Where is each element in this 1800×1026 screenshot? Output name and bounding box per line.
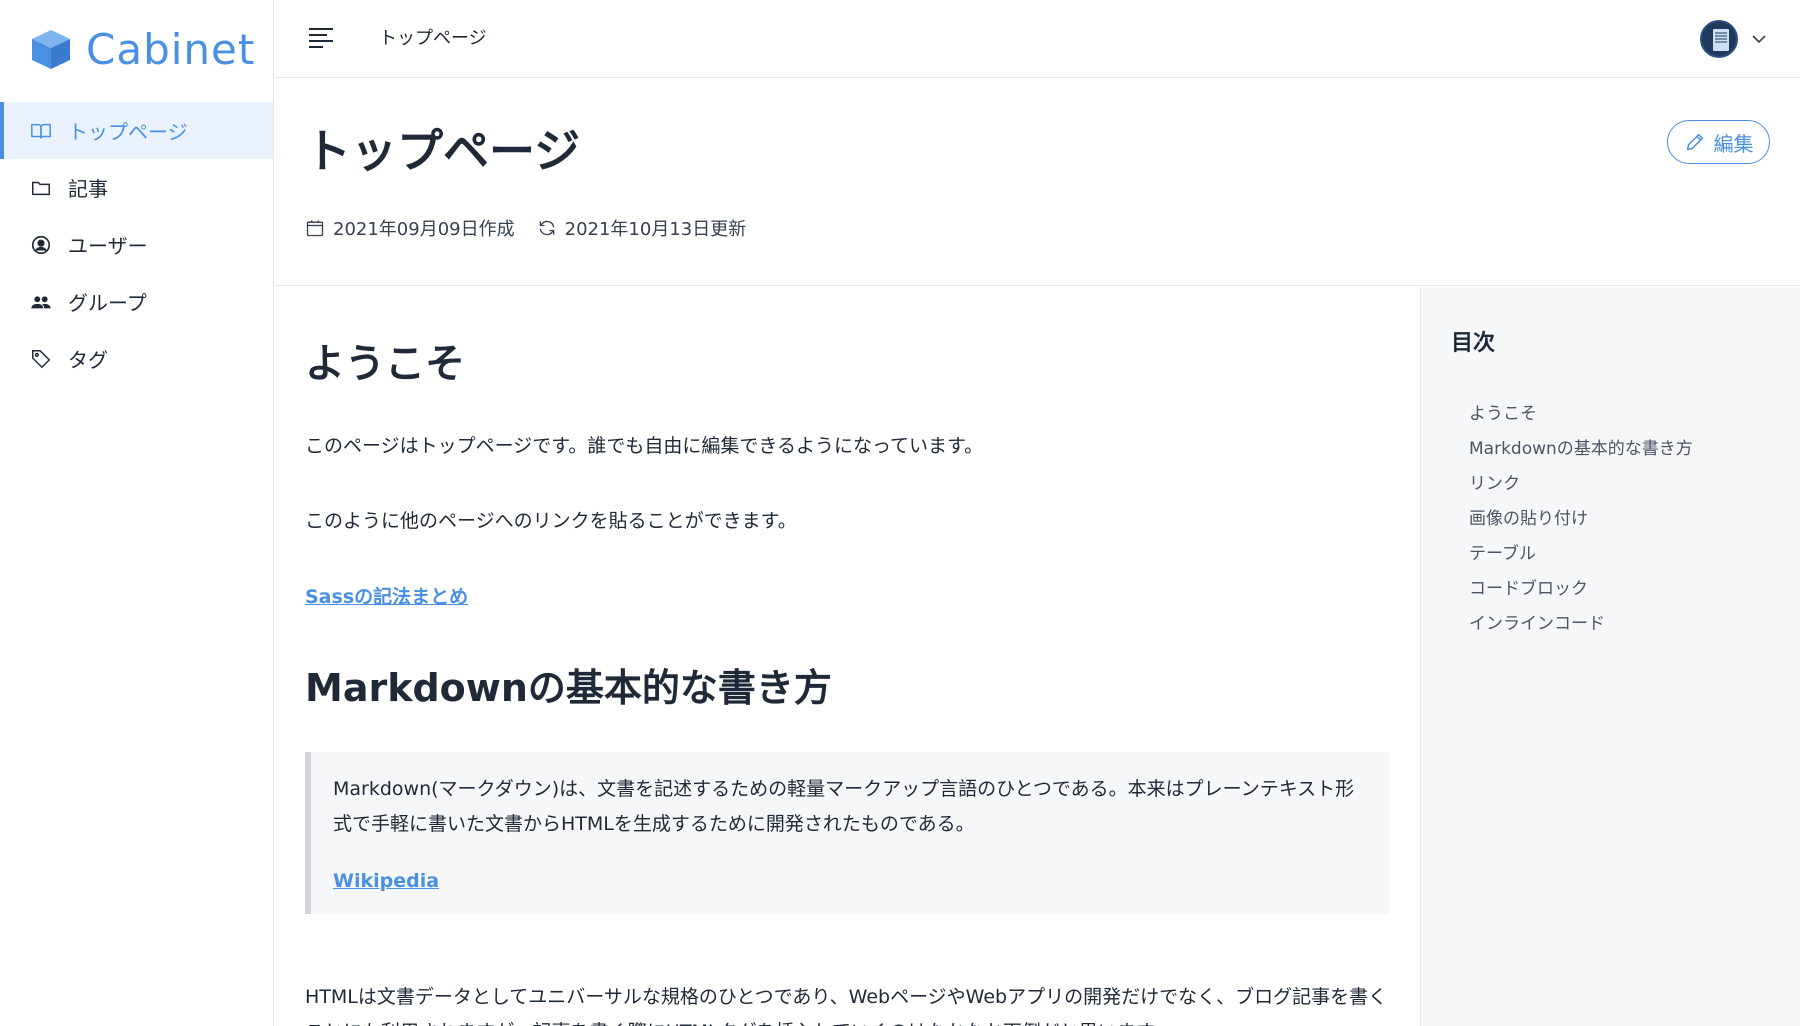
heading-welcome: ようこそ <box>305 341 465 387</box>
sidebar-item-groups[interactable]: グループ <box>0 273 273 330</box>
created-date-text: 2021年09月09日作成 <box>333 219 515 240</box>
menu-icon[interactable] <box>307 26 335 50</box>
refresh-icon <box>539 220 554 236</box>
app-logo[interactable]: Cabinet <box>28 24 255 74</box>
app-name: Cabinet <box>86 24 256 74</box>
toc-item[interactable]: コードブロック <box>1469 574 1693 609</box>
paragraph-intro: このページはトップページです。誰でも自由に編集できるようになっています。 <box>305 435 984 457</box>
table-of-contents: 目次 ようこそ Markdownの基本的な書き方 リンク 画像の貼り付け テーブ… <box>1420 287 1800 1026</box>
link-paragraph: Sassの記法まとめ <box>305 582 468 609</box>
toc-item[interactable]: 画像の貼り付け <box>1469 504 1693 539</box>
chevron-down-icon[interactable] <box>1750 30 1768 48</box>
pencil-icon <box>1686 133 1703 151</box>
toc-item[interactable]: テーブル <box>1469 539 1693 574</box>
edit-button[interactable]: 編集 <box>1667 120 1770 164</box>
cube-logo-icon <box>32 30 70 69</box>
toc-item[interactable]: リンク <box>1469 469 1693 504</box>
avatar[interactable] <box>1700 20 1738 58</box>
sidebar-item-users[interactable]: ユーザー <box>0 216 273 273</box>
created-date: 2021年09月09日作成 <box>305 215 515 241</box>
edit-button-label: 編集 <box>1713 131 1754 156</box>
sidebar-item-label: ユーザー <box>68 234 148 258</box>
folder-icon <box>30 177 52 199</box>
page-meta: 2021年09月09日作成 2021年10月13日更新 <box>305 215 746 241</box>
toc-title: 目次 <box>1451 331 1496 356</box>
calendar-icon <box>306 220 324 237</box>
toc-item[interactable]: インラインコード <box>1469 609 1693 644</box>
paragraph-html: HTMLは文書データとしてユニバーサルな規格のひとつであり、WebページやWeb… <box>305 986 1388 1026</box>
sidebar-item-tags[interactable]: タグ <box>0 330 273 387</box>
page-title: トップページ <box>305 124 581 178</box>
sidebar-item-label: タグ <box>68 348 108 372</box>
page-header: トップページ 編集 2021年09月09日作成 2021年10月13日更新 <box>275 79 1800 286</box>
blockquote-text: Markdown(マークダウン)は、文書を記述するための軽量マークアップ言語のひ… <box>333 778 1355 835</box>
sidebar-nav: トップページ 記事 ユーザー グループ タグ <box>0 102 273 387</box>
toc-list: ようこそ Markdownの基本的な書き方 リンク 画像の貼り付け テーブル コ… <box>1469 399 1693 644</box>
heading-markdown: Markdownの基本的な書き方 <box>305 666 832 710</box>
updated-date: 2021年10月13日更新 <box>537 215 747 241</box>
sidebar-item-label: グループ <box>68 291 147 315</box>
paragraph-link-info: このように他のページへのリンクを貼ることができます。 <box>305 510 797 532</box>
breadcrumb[interactable]: トップページ <box>379 24 487 50</box>
tag-icon <box>30 348 52 370</box>
link-sass[interactable]: Sassの記法まとめ <box>305 586 468 608</box>
sidebar-item-articles[interactable]: 記事 <box>0 159 273 216</box>
article-content: ようこそ このページはトップページです。誰でも自由に編集できるようになっています… <box>275 287 1419 1026</box>
sidebar-item-label: トップページ <box>68 120 188 144</box>
user-circle-icon <box>30 234 52 256</box>
top-bar: トップページ <box>275 0 1800 78</box>
toc-item[interactable]: Markdownの基本的な書き方 <box>1469 434 1693 469</box>
users-icon <box>30 291 52 313</box>
doc-avatar-icon <box>1713 29 1729 51</box>
sidebar: Cabinet トップページ 記事 ユーザー グループ タグ <box>0 0 274 1026</box>
blockquote: Markdown(マークダウン)は、文書を記述するための軽量マークアップ言語のひ… <box>305 752 1389 914</box>
updated-date-text: 2021年10月13日更新 <box>564 219 747 240</box>
toc-item[interactable]: ようこそ <box>1469 399 1693 434</box>
sidebar-item-label: 記事 <box>68 177 108 201</box>
link-wikipedia[interactable]: Wikipedia <box>333 870 439 892</box>
sidebar-item-top-page[interactable]: トップページ <box>0 102 273 159</box>
book-icon <box>30 120 52 142</box>
